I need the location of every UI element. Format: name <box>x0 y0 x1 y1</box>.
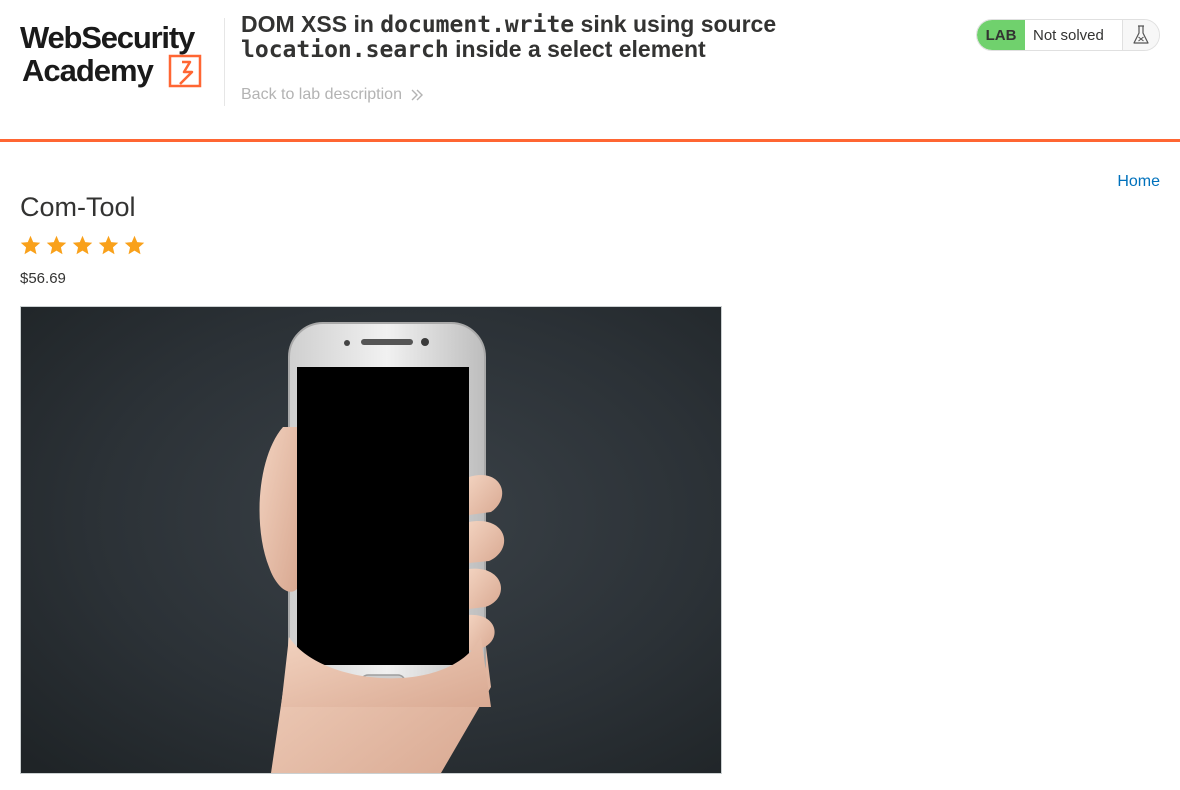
lab-header: WebSecurity Academy DOM XSS in document.… <box>0 0 1180 142</box>
web-security-academy-logo[interactable]: WebSecurity Academy <box>20 18 220 90</box>
product-rating <box>20 235 145 255</box>
svg-text:Academy: Academy <box>22 53 155 88</box>
product-image <box>20 306 722 774</box>
flask-icon <box>1123 20 1159 50</box>
star-icon <box>72 235 93 255</box>
star-icon <box>98 235 119 255</box>
lab-title: DOM XSS in document.write sink using sou… <box>241 12 941 62</box>
header-divider <box>224 18 225 106</box>
product-price: $56.69 <box>20 270 66 287</box>
star-icon <box>20 235 41 255</box>
star-icon <box>46 235 67 255</box>
svg-text:WebSecurity: WebSecurity <box>20 20 196 55</box>
lab-title-text-2: sink using source <box>574 11 777 37</box>
back-to-lab-description-link[interactable]: Back to lab description <box>241 86 424 104</box>
lab-title-text-3: inside a select element <box>448 36 706 62</box>
lab-status-widget: LAB Not solved <box>976 19 1160 51</box>
lab-badge: LAB <box>977 20 1025 50</box>
lab-status-text: Not solved <box>1025 20 1123 50</box>
lab-title-text-1: DOM XSS in <box>241 11 381 37</box>
lab-title-code-sink: document.write <box>380 12 575 38</box>
star-icon <box>124 235 145 255</box>
product-title: Com-Tool <box>20 192 136 222</box>
home-link[interactable]: Home <box>1117 173 1160 191</box>
chevron-double-right-icon <box>410 88 424 102</box>
lab-title-code-source: location.search <box>241 37 449 63</box>
back-link-label: Back to lab description <box>241 86 402 103</box>
